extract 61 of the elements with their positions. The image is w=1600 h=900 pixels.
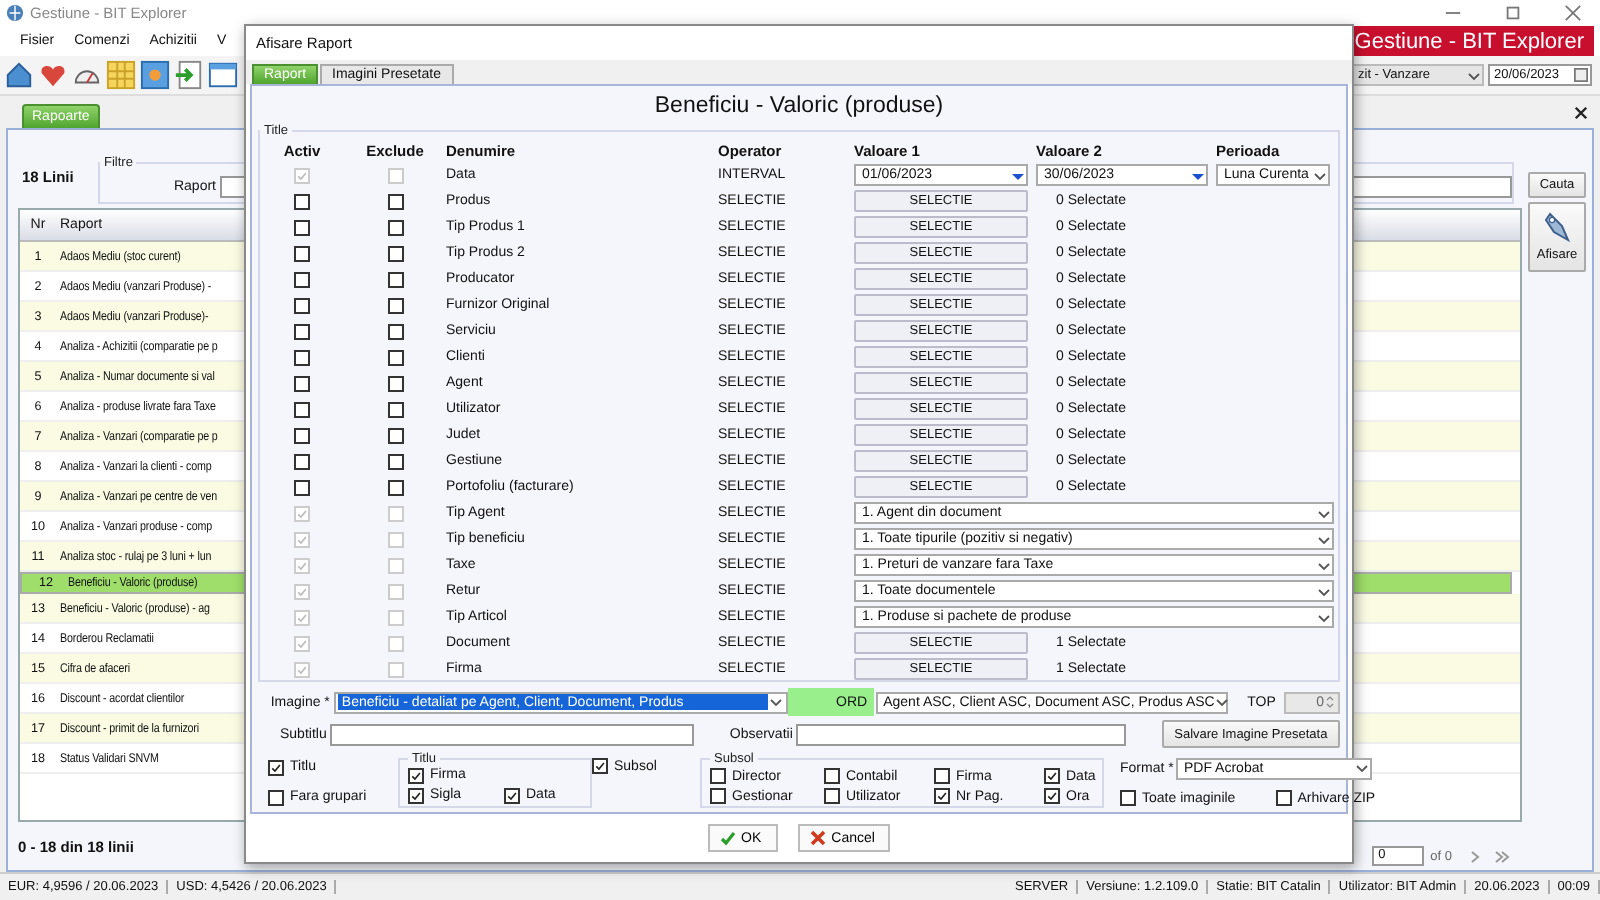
checkbox[interactable] xyxy=(268,789,284,805)
checkbox[interactable] xyxy=(934,788,950,804)
checkbox[interactable] xyxy=(294,219,310,235)
checkbox[interactable] xyxy=(504,787,520,803)
input-field[interactable] xyxy=(796,723,1126,745)
checkbox[interactable] xyxy=(294,479,310,495)
checkbox[interactable] xyxy=(408,787,424,803)
image-icon[interactable] xyxy=(140,60,170,90)
checkbox[interactable] xyxy=(387,453,403,469)
maximize-icon[interactable] xyxy=(1504,4,1522,22)
caret-icon xyxy=(1312,167,1328,183)
caret-icon xyxy=(1466,67,1482,83)
checkbox[interactable] xyxy=(1120,790,1136,807)
report-heading: Beneficiu - Valoric (produse) xyxy=(654,93,944,117)
window-icon[interactable] xyxy=(208,60,238,90)
checkbox[interactable] xyxy=(387,271,403,287)
checkbox[interactable] xyxy=(387,323,403,339)
close-icon[interactable] xyxy=(1574,106,1588,120)
checkbox[interactable] xyxy=(387,401,403,417)
checkbox[interactable] xyxy=(1044,768,1060,784)
heart-icon[interactable] xyxy=(38,60,68,90)
checkbox[interactable] xyxy=(387,219,403,235)
checkbox[interactable] xyxy=(592,758,608,774)
caret-icon xyxy=(1214,694,1231,710)
checkbox[interactable] xyxy=(294,453,310,469)
checkbox[interactable] xyxy=(408,767,424,783)
checkbox[interactable] xyxy=(294,271,310,287)
checkbox[interactable] xyxy=(387,349,403,365)
checkbox[interactable] xyxy=(387,193,403,209)
checkbox[interactable] xyxy=(294,193,310,209)
checkbox[interactable] xyxy=(934,768,950,784)
checkbox[interactable] xyxy=(294,375,310,391)
next-icon[interactable] xyxy=(1468,849,1484,863)
checkbox[interactable] xyxy=(1275,790,1292,807)
checkbox[interactable] xyxy=(1044,788,1060,804)
checkbox[interactable] xyxy=(294,427,310,443)
checkbox[interactable] xyxy=(387,375,403,391)
house-icon[interactable] xyxy=(4,60,34,90)
checkbox[interactable] xyxy=(268,759,284,775)
input-field[interactable] xyxy=(330,723,695,745)
caret-icon xyxy=(1353,760,1370,777)
checkbox[interactable] xyxy=(294,323,310,339)
checkbox[interactable] xyxy=(387,245,403,261)
cross-icon xyxy=(809,830,826,846)
export-icon[interactable] xyxy=(174,60,204,90)
checkbox[interactable] xyxy=(387,427,403,443)
checkbox[interactable] xyxy=(294,349,310,365)
checkbox[interactable] xyxy=(387,479,403,495)
tag-icon xyxy=(1543,212,1571,244)
checkbox[interactable] xyxy=(824,768,840,784)
checkbox[interactable] xyxy=(294,401,310,417)
checkbox[interactable] xyxy=(387,297,403,313)
checkbox[interactable] xyxy=(294,297,310,313)
checkbox[interactable] xyxy=(824,788,840,804)
checkbox[interactable] xyxy=(710,768,726,784)
last-icon[interactable] xyxy=(1494,849,1510,863)
check-icon xyxy=(719,830,736,846)
caret-icon xyxy=(768,694,784,710)
checkbox[interactable] xyxy=(294,245,310,261)
checkbox[interactable] xyxy=(710,788,726,804)
calendar-icon[interactable] xyxy=(1574,68,1588,82)
